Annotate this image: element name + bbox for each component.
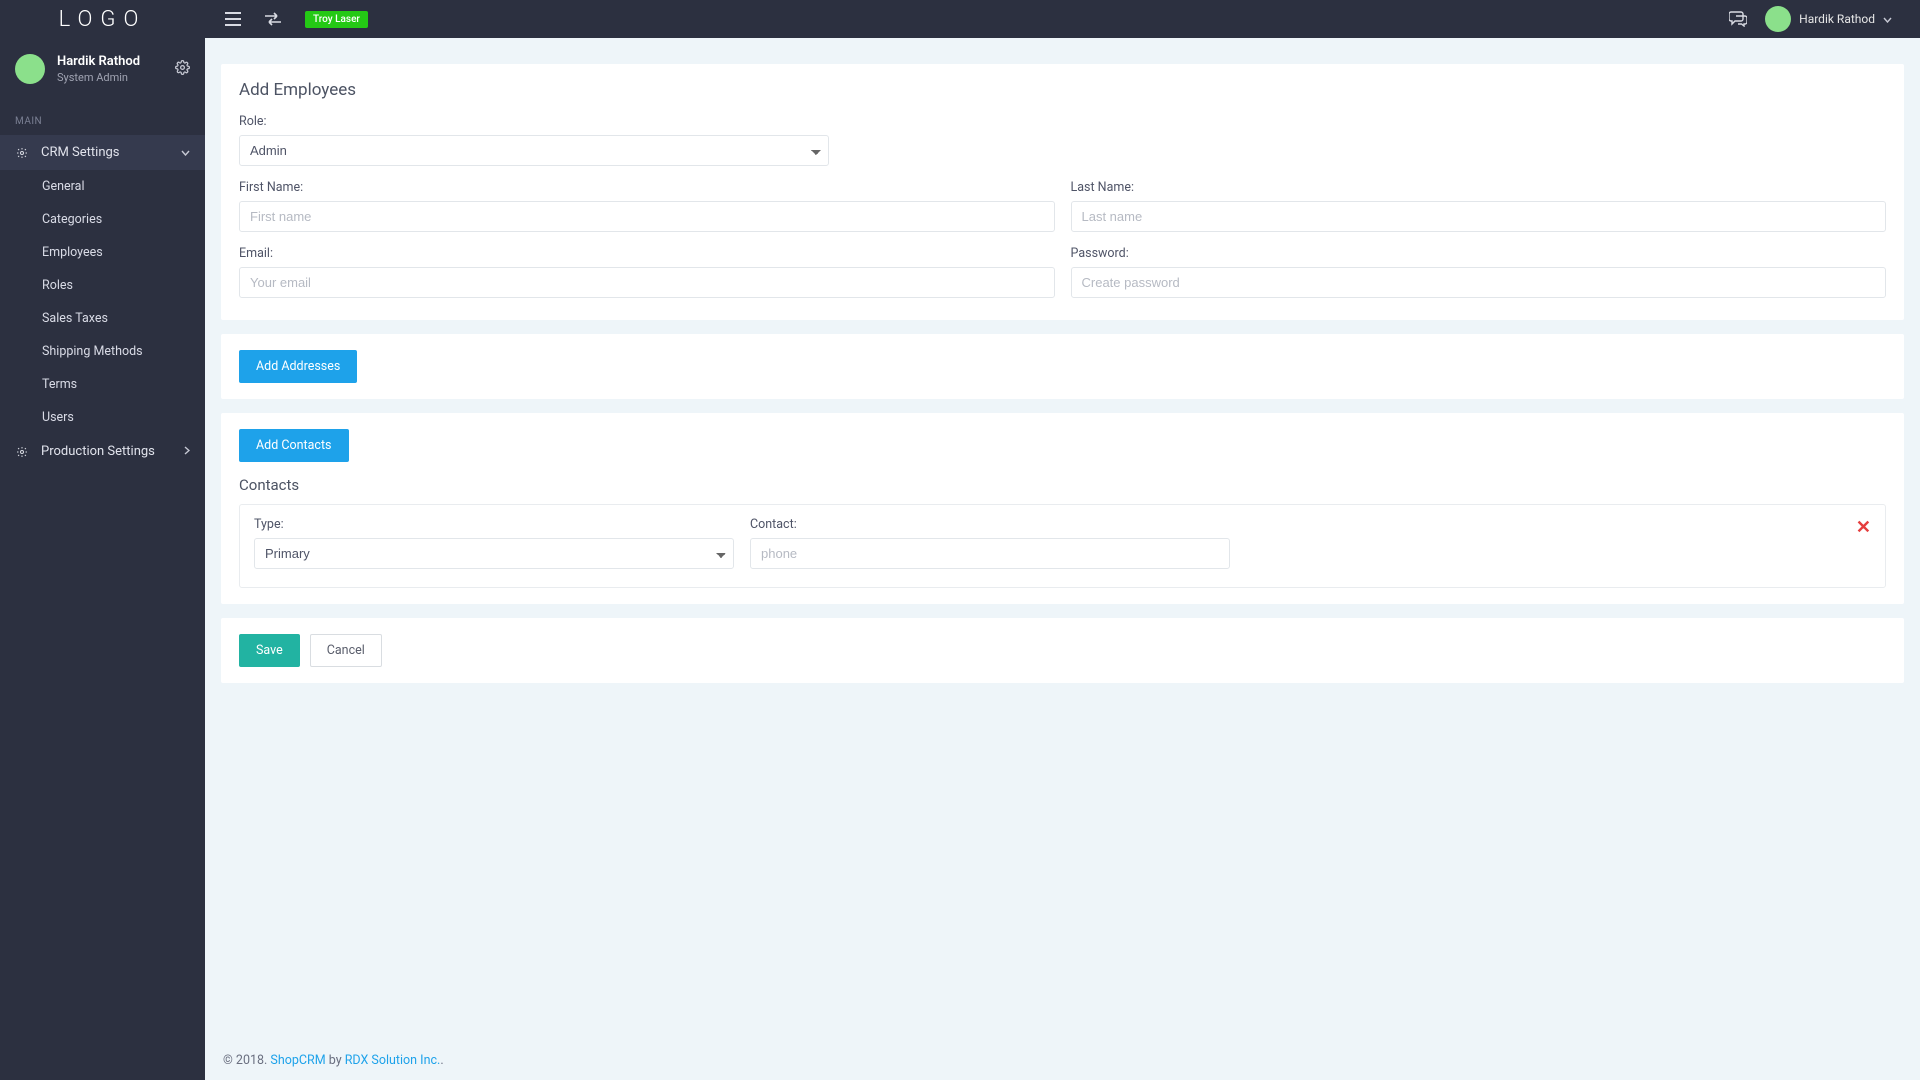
sidebar-item-label: Users — [42, 410, 74, 425]
page-title: Add Employees — [239, 80, 1886, 100]
sidebar-item-general[interactable]: General — [0, 170, 205, 203]
sidebar-section-label: MAIN — [0, 92, 205, 135]
avatar — [1765, 6, 1791, 32]
sidebar-item-label: Categories — [42, 212, 102, 227]
main-area: Add Employees Role: Admin First Name: La… — [205, 38, 1920, 1080]
password-input[interactable] — [1071, 267, 1887, 298]
sidebar-item-label: Employees — [42, 245, 103, 260]
user-name: Hardik Rathod — [1799, 12, 1875, 26]
top-navbar: LOGO Troy Laser Hardik Rathod — [0, 0, 1920, 38]
card-addresses: Add Addresses — [221, 334, 1904, 399]
gear-icon[interactable] — [175, 60, 190, 79]
sidebar-item-terms[interactable]: Terms — [0, 368, 205, 401]
contact-label: Contact: — [750, 517, 1230, 532]
password-label: Password: — [1071, 246, 1887, 261]
footer-copyright: © 2018. — [223, 1053, 270, 1068]
role-label: Role: — [239, 114, 1886, 129]
sidebar-user-name: Hardik Rathod — [57, 54, 140, 69]
contact-type-select[interactable]: Primary — [254, 538, 734, 569]
sidebar-item-users[interactable]: Users — [0, 401, 205, 434]
cancel-button[interactable]: Cancel — [310, 634, 382, 667]
swap-icon[interactable] — [265, 12, 281, 26]
chevron-down-icon — [1883, 12, 1892, 26]
sidebar-item-production-settings[interactable]: Production Settings — [0, 434, 205, 469]
close-icon: ✕ — [1856, 517, 1871, 538]
email-label: Email: — [239, 246, 1055, 261]
card-add-employee: Add Employees Role: Admin First Name: La… — [221, 64, 1904, 320]
add-contacts-button[interactable]: Add Contacts — [239, 429, 349, 462]
sidebar-item-categories[interactable]: Categories — [0, 203, 205, 236]
sidebar-item-label: Shipping Methods — [42, 344, 143, 359]
contact-input[interactable] — [750, 538, 1230, 569]
avatar — [15, 54, 45, 84]
chevron-right-icon — [184, 444, 190, 459]
contacts-heading: Contacts — [239, 476, 1886, 494]
page-footer: © 2018. ShopCRM by RDX Solution Inc.. — [205, 1041, 1920, 1080]
sidebar-item-roles[interactable]: Roles — [0, 269, 205, 302]
sidebar-item-label: Sales Taxes — [42, 311, 108, 326]
save-button[interactable]: Save — [239, 634, 300, 667]
role-select[interactable]: Admin — [239, 135, 829, 166]
brand-logo-text: LOGO — [59, 7, 147, 32]
footer-company-link[interactable]: RDX Solution Inc. — [345, 1053, 441, 1068]
sidebar-submenu-crm: General Categories Employees Roles Sales… — [0, 170, 205, 434]
last-name-label: Last Name: — [1071, 180, 1887, 195]
contact-row: Type: Primary Contact: ✕ — [239, 504, 1886, 588]
first-name-label: First Name: — [239, 180, 1055, 195]
chevron-down-icon — [181, 145, 190, 160]
card-actions: Save Cancel — [221, 618, 1904, 683]
sidebar-item-employees[interactable]: Employees — [0, 236, 205, 269]
email-input[interactable] — [239, 267, 1055, 298]
gear-icon — [15, 147, 29, 159]
footer-app-link[interactable]: ShopCRM — [270, 1053, 325, 1068]
brand-logo[interactable]: LOGO — [0, 7, 205, 32]
menu-toggle-icon[interactable] — [225, 12, 241, 26]
sidebar-item-shipping-methods[interactable]: Shipping Methods — [0, 335, 205, 368]
sidebar-item-label: CRM Settings — [41, 145, 120, 160]
sidebar-item-label: General — [42, 179, 85, 194]
user-menu[interactable]: Hardik Rathod — [1765, 6, 1892, 32]
gear-icon — [15, 446, 29, 458]
sidebar-item-label: Terms — [42, 377, 77, 392]
sidebar-item-label: Production Settings — [41, 444, 155, 459]
sidebar-item-crm-settings[interactable]: CRM Settings — [0, 135, 205, 170]
last-name-input[interactable] — [1071, 201, 1887, 232]
sidebar-item-label: Roles — [42, 278, 73, 293]
footer-by: by — [326, 1053, 345, 1068]
navbar-left: Troy Laser — [205, 11, 368, 28]
chat-icon[interactable] — [1729, 11, 1747, 27]
contact-type-label: Type: — [254, 517, 734, 532]
footer-suffix: . — [440, 1053, 443, 1068]
sidebar-user-card: Hardik Rathod System Admin — [0, 38, 205, 92]
add-addresses-button[interactable]: Add Addresses — [239, 350, 357, 383]
sidebar-user-role: System Admin — [57, 71, 140, 84]
navbar-right: Hardik Rathod — [1729, 6, 1920, 32]
first-name-input[interactable] — [239, 201, 1055, 232]
remove-contact-button[interactable]: ✕ — [1856, 517, 1871, 538]
sidebar: Hardik Rathod System Admin MAIN CRM Sett… — [0, 38, 205, 1080]
org-badge[interactable]: Troy Laser — [305, 11, 368, 28]
sidebar-item-sales-taxes[interactable]: Sales Taxes — [0, 302, 205, 335]
card-contacts: Add Contacts Contacts Type: Primary Cont… — [221, 413, 1904, 604]
